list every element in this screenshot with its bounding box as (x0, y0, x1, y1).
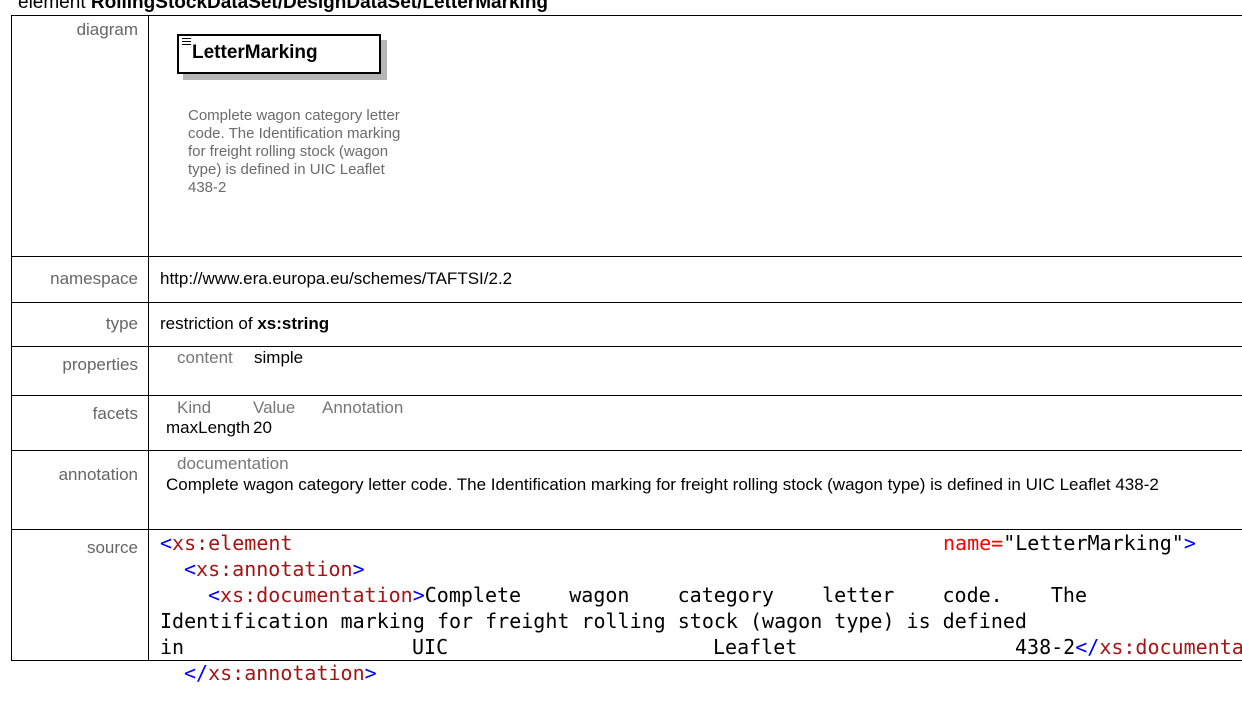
annotation-text: Complete wagon category letter code. The… (166, 475, 1159, 494)
diagram-label-cell: diagram (11, 15, 149, 257)
diagram-row: diagram LetterMarking Complete wagon cat… (11, 15, 1242, 257)
source-code-cell: <xs:element name="LetterMarking"> <xs:an… (148, 529, 1242, 685)
title-path: RollingStockDataSet/DesignDataSet/Letter… (90, 0, 549, 13)
source-line-5b: UIC (412, 635, 449, 659)
source-line-5a: in (160, 635, 185, 659)
source-row: source <xs:element name="LetterMarking">… (11, 529, 1242, 685)
facets-label-cell: facets (11, 395, 149, 451)
type-prefix: restriction of (160, 314, 258, 333)
diagram-cell: LetterMarking Complete wagon category le… (148, 15, 1242, 257)
source-label-cell: source (11, 529, 149, 661)
facet-header-kind: Kind (177, 398, 212, 417)
source-label: source (86, 538, 138, 557)
page-title: element RollingStockDataSet/DesignDataSe… (18, 0, 548, 14)
properties-row: properties content simple (11, 346, 1242, 396)
annotation-value-cell: documentation Complete wagon category le… (148, 450, 1242, 530)
source-line-5c: Leaflet (713, 635, 798, 659)
schema-table: diagram LetterMarking Complete wagon cat… (11, 15, 1242, 685)
diagram-label: diagram (76, 20, 138, 39)
element-name: LetterMarking (192, 42, 318, 63)
property-key: content (177, 348, 233, 367)
element-box[interactable]: LetterMarking (177, 34, 381, 74)
type-base-link[interactable]: xs:string (257, 314, 329, 333)
source-line-4: Identification marking for freight rolli… (160, 609, 1027, 633)
namespace-label-cell: namespace (11, 256, 149, 303)
facet-kind: maxLength (166, 418, 251, 437)
type-label-cell: type (11, 302, 149, 347)
source-code: <xs:element name="LetterMarking"> <xs:an… (149, 530, 1242, 685)
property-value: simple (254, 348, 304, 367)
facets-value-cell: Kind Value Annotation maxLength 20 (148, 395, 1242, 451)
properties-label-cell: properties (11, 346, 149, 396)
annotation-label: annotation (58, 465, 138, 484)
namespace-label: namespace (50, 269, 138, 288)
annotation-row: annotation documentation Complete wagon … (11, 450, 1242, 530)
annotation-label-cell: annotation (11, 450, 149, 530)
element-list-icon (182, 38, 191, 47)
type-label: type (105, 314, 138, 333)
type-value: restriction of xs:string (149, 303, 1242, 334)
source-line-1: <xs:element (160, 531, 293, 555)
namespace-value-cell: http://www.era.europa.eu/schemes/TAFTSI/… (148, 256, 1242, 303)
namespace-value: http://www.era.europa.eu/schemes/TAFTSI/… (160, 269, 513, 288)
properties-value-cell: content simple (148, 346, 1242, 396)
element-description: Complete wagon category letter code. The… (188, 107, 401, 196)
title-prefix: element (18, 0, 86, 13)
source-line-1-attr: name="LetterMarking"> (943, 531, 1196, 555)
facet-header-value: Value (253, 398, 296, 417)
source-line-5d: 438-2</xs:documentation> (1015, 635, 1242, 659)
facet-value: 20 (253, 418, 272, 437)
namespace-row: namespace http://www.era.europa.eu/schem… (11, 256, 1242, 303)
source-line-6: </xs:annotation> (184, 661, 377, 685)
facets-row: facets Kind Value Annotation maxLength 2… (11, 395, 1242, 451)
facet-header-annotation: Annotation (322, 398, 404, 417)
facets-label: facets (92, 404, 138, 423)
properties-label: properties (62, 355, 138, 374)
type-row: type restriction of xs:string (11, 302, 1242, 347)
source-line-3: <xs:documentation>Complete wagon categor… (208, 583, 1088, 607)
type-value-cell: restriction of xs:string (148, 302, 1242, 347)
source-line-2: <xs:annotation> (184, 557, 365, 581)
annotation-heading: documentation (177, 454, 289, 473)
